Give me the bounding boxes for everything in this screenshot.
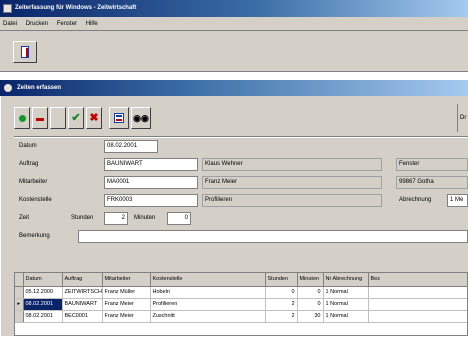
cell-bez[interactable] [368,298,467,311]
red-minus-icon [36,118,44,121]
menu-bar: Datei Drucken Fenster Hilfe [0,17,468,31]
add-record-button[interactable] [14,107,30,129]
abrechnung-label: Abrechnung [399,197,432,203]
minuten-label: Minuten [134,215,156,221]
cell-stunden[interactable]: 0 [265,286,298,299]
cell-abrechnung[interactable]: 1 Normal [323,310,369,323]
cell-mitarbeiter[interactable]: Franz Meier [102,298,151,311]
cell-datum[interactable]: 08.02.2001 [23,298,63,311]
cross-icon: ✖ [89,112,99,124]
post-record-button[interactable]: ✔ [68,107,84,129]
edit-record-button[interactable] [50,107,66,129]
child-window-icon [4,84,12,92]
child-window-title: Zeiten erfassen [17,85,62,91]
search-button[interactable]: ◉◉ [131,107,151,129]
separator [14,136,468,138]
stunden-field[interactable]: 2 [104,212,128,225]
column-header-minuten[interactable]: Minuten [297,273,324,287]
row-indicator [15,286,24,299]
row-indicator: ▸ [15,298,24,311]
auftrag-description: Klaus Wehner [202,158,382,171]
kostenstelle-field[interactable]: FRK0003 [104,194,198,207]
cell-abrechnung[interactable]: 1 Normal [323,286,369,299]
drucken-tab[interactable]: Dr [457,104,468,132]
window-title-bar[interactable]: Zeiterfassung für Windows - Zeitwirtscha… [0,0,468,17]
column-header-mitarbeiter[interactable]: Mitarbeiter [102,273,151,287]
cell-mitarbeiter[interactable]: Franz Müller [102,286,151,299]
kostenstelle-label: Kostenstelle [19,197,52,203]
cell-datum[interactable]: 05.12.2000 [23,286,63,299]
table-row[interactable]: ▸ 08.02.2001 BAUNIWART Franz Meier Profi… [15,298,467,311]
menu-drucken[interactable]: Drucken [26,17,48,31]
record-navigator: ✔ ✖ ◉◉ [14,105,174,133]
cell-stunden[interactable]: 2 [265,310,298,323]
bemerkung-field[interactable] [78,230,468,243]
delete-record-button[interactable] [32,107,48,129]
datum-field[interactable]: 08.02.2001 [104,140,158,153]
cell-datum[interactable]: 08.02.2001 [23,310,63,323]
mitarbeiter-ort: 99867 Gotha [396,176,468,189]
grid-header-row: Datum Auftrag Mitarbeiter Kostenstelle S… [15,273,467,287]
time-entries-grid[interactable]: Datum Auftrag Mitarbeiter Kostenstelle S… [14,272,468,336]
cell-auftrag[interactable]: BEC0001 [62,310,103,323]
cell-bez[interactable] [368,286,467,299]
cell-minuten[interactable]: 0 [297,298,324,311]
zeit-label: Zeit [19,215,30,221]
column-header-kostenstelle[interactable]: Kostenstelle [150,273,266,287]
checkmark-icon: ✔ [71,112,81,124]
cell-stunden[interactable]: 2 [265,298,298,311]
binoculars-icon: ◉◉ [133,113,149,123]
cell-auftrag[interactable]: ZEITWIRTSCH [62,286,103,299]
auftrag-field[interactable]: BAUNIWART [104,158,198,171]
cell-auftrag[interactable]: BAUNIWART [62,298,103,311]
menu-datei[interactable]: Datei [3,17,17,31]
grid-indicator-header [15,273,24,287]
cell-kostenstelle[interactable]: Hobeln [150,286,266,299]
datum-label: Datum [19,143,37,149]
column-header-abrechnung[interactable]: Nr Abrechnung [323,273,369,287]
kostenstelle-name: Profilieren [202,194,382,207]
table-row[interactable]: 05.12.2000 ZEITWIRTSCH Franz Müller Hobe… [15,286,467,299]
exit-door-icon [21,46,29,58]
cell-minuten[interactable]: 30 [297,310,324,323]
window-title: Zeiterfassung für Windows - Zeitwirtscha… [15,5,137,11]
minuten-field[interactable]: 0 [167,212,191,225]
column-header-bez[interactable]: Bez [368,273,467,287]
auftrag-label: Auftrag [19,161,39,167]
mdi-empty-area [0,336,468,356]
abrechnung-select[interactable]: 1 Me [447,194,468,207]
green-circle-icon [18,115,26,122]
menu-hilfe[interactable]: Hilfe [86,17,98,31]
cell-minuten[interactable]: 0 [297,286,324,299]
application-window: Zeiterfassung für Windows - Zeitwirtscha… [0,0,468,356]
column-header-auftrag[interactable]: Auftrag [62,273,103,287]
cell-bez[interactable] [368,310,467,323]
row-indicator [15,310,24,323]
main-toolbar [0,32,468,72]
time-entry-form: ✔ ✖ ◉◉ Dr Datum 08.02.2001 Auftrag BAUNI… [1,96,468,336]
menu-fenster[interactable]: Fenster [57,17,77,31]
auftrag-description-2: Fenster [396,158,468,171]
calculator-icon [114,113,124,123]
cell-abrechnung[interactable]: 1 Normal [323,298,369,311]
cell-mitarbeiter[interactable]: Franz Meier [102,310,151,323]
calculator-button[interactable] [109,107,129,129]
child-window-title-bar[interactable]: Zeiten erfassen [0,80,468,96]
column-header-datum[interactable]: Datum [23,273,63,287]
exit-button[interactable] [13,41,37,63]
column-header-stunden[interactable]: Stunden [265,273,298,287]
app-icon [3,4,12,13]
cell-kostenstelle[interactable]: Profilieren [150,298,266,311]
mitarbeiter-label: Mitarbeiter [19,179,48,185]
bemerkung-label: Bemerkung [19,233,50,239]
cancel-record-button[interactable]: ✖ [86,107,102,129]
cell-kostenstelle[interactable]: Zuschnitt [150,310,266,323]
mitarbeiter-field[interactable]: MA0001 [104,176,198,189]
mitarbeiter-name: Franz Meier [202,176,382,189]
stunden-label: Stunden [71,215,94,221]
table-row[interactable]: 08.02.2001 BEC0001 Franz Meier Zuschnitt… [15,310,467,323]
